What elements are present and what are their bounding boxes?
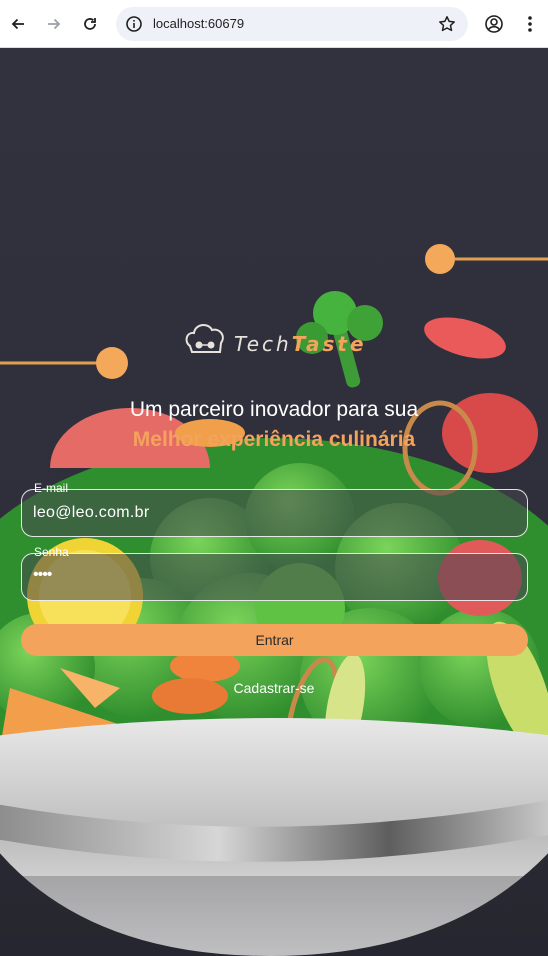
brand-name-part1: Tech [234, 332, 292, 356]
register-link[interactable]: Cadastrar-se [0, 680, 548, 696]
profile-icon[interactable] [480, 10, 508, 38]
address-bar[interactable]: localhost:60679 [116, 7, 468, 41]
password-field[interactable]: Senha •••• [21, 545, 528, 601]
site-info-icon[interactable] [125, 15, 143, 33]
brand-name-part2: Taste [291, 332, 367, 356]
back-arrow-icon[interactable] [4, 10, 32, 38]
email-label: E-mail [34, 481, 69, 495]
menu-dots-icon[interactable] [516, 10, 544, 38]
hero-headline: Um parceiro inovador para sua [129, 398, 419, 421]
browser-toolbar: localhost:60679 [0, 0, 548, 48]
hero-subline: Melhor experiência culinária [132, 428, 416, 451]
password-value[interactable]: •••• [33, 566, 52, 584]
brand-wordmark: TechTaste [234, 332, 367, 356]
email-value[interactable]: leo@leo.com.br [33, 504, 150, 522]
login-page: TechTaste Um parceiro inovador para sua … [0, 48, 548, 956]
login-button[interactable]: Entrar [21, 624, 528, 656]
forward-arrow-icon[interactable] [40, 10, 68, 38]
password-label: Senha [34, 545, 69, 559]
email-field[interactable]: E-mail leo@leo.com.br [21, 481, 528, 537]
url-text[interactable]: localhost:60679 [153, 16, 244, 31]
reload-icon[interactable] [76, 10, 104, 38]
bookmark-star-icon[interactable] [438, 15, 456, 33]
